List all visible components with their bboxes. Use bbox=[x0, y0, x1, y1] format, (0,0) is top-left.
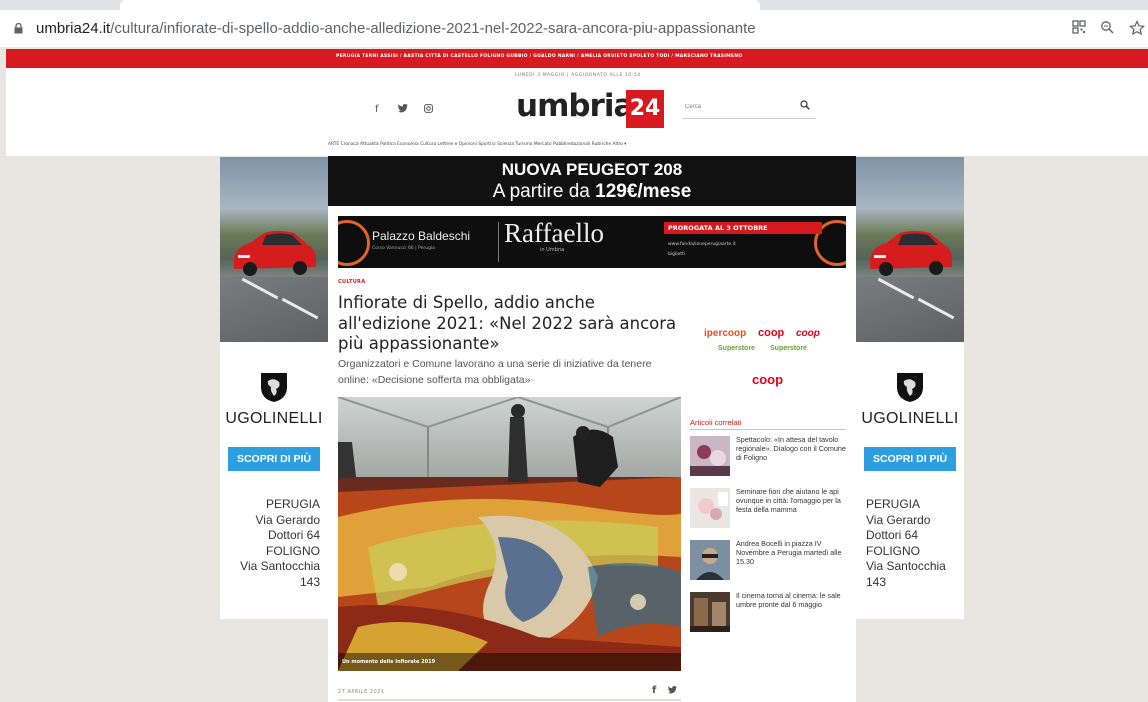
search-box bbox=[683, 98, 816, 119]
ad-venue: Palazzo Baldeschi bbox=[372, 229, 471, 243]
side-ad-left[interactable]: UGOLINELLI SCOPRI DI PIÙ PERUGIA Via Ger… bbox=[220, 157, 328, 619]
related-thumbnail bbox=[690, 540, 730, 580]
site-logo-number[interactable]: 24 bbox=[626, 90, 664, 128]
related-thumbnail bbox=[690, 436, 730, 476]
car-illustration bbox=[234, 231, 316, 276]
car-illustration bbox=[870, 231, 952, 276]
url-host: umbria24.it bbox=[36, 20, 111, 37]
ad-tickets: biglietti bbox=[668, 252, 686, 257]
twitter-share-icon[interactable] bbox=[668, 686, 677, 696]
ipercoop-logo: ipercoop bbox=[704, 328, 746, 339]
ad-exhibition-title: Raffaello bbox=[504, 218, 604, 248]
ad-brand: UGOLINELLI bbox=[861, 410, 959, 427]
city-nav-links[interactable]: PERUGIA TERNI ASSISI / BASTIA CITTÀ DI C… bbox=[336, 54, 742, 59]
side-ad-right[interactable]: UGOLINELLI SCOPRI DI PIÙ PERUGIA Via Ger… bbox=[856, 157, 964, 619]
car-photo bbox=[220, 157, 328, 342]
banner-headline: NUOVA PEUGEOT 208 bbox=[501, 160, 683, 179]
url-path: /cultura/infiorate-di-spello-addio-anche… bbox=[110, 20, 756, 37]
related-item[interactable]: Seminare fiori che aiutano le api ovunqu… bbox=[690, 487, 846, 532]
address-bar[interactable]: umbria24.it/cultura/infiorate-di-spello-… bbox=[36, 20, 756, 37]
article-category[interactable]: CULTURA bbox=[338, 279, 365, 285]
related-item[interactable]: Spettacolo: «In attesa del tavolo region… bbox=[690, 435, 846, 480]
car-photo bbox=[856, 157, 964, 342]
related-item[interactable]: Andrea Bocelli in piazza IV Novembre a P… bbox=[690, 539, 846, 584]
search-input[interactable] bbox=[685, 100, 790, 114]
scopri-button[interactable]: SCOPRI DI PIÙ bbox=[228, 447, 320, 471]
ad-address: PERUGIA Via Gerardo Dottori 64 FOLIGNO V… bbox=[240, 497, 320, 589]
facebook-share-icon[interactable]: f bbox=[652, 685, 656, 696]
instagram-icon[interactable] bbox=[424, 104, 433, 116]
superstore-logo: Superstore bbox=[718, 345, 755, 352]
related-text: Andrea Bocelli in piazza IV Novembre a P… bbox=[736, 539, 842, 566]
divider bbox=[498, 222, 499, 262]
related-divider bbox=[690, 429, 846, 430]
peugeot-emblem-icon bbox=[897, 373, 923, 402]
related-text: Seminare fiori che aiutano le api ovunqu… bbox=[736, 487, 841, 514]
section-nav[interactable]: ARTE Cronaca Attualità Politica Economia… bbox=[328, 142, 626, 147]
ad-extended-badge: PROROGATA AL 3 OTTOBRE bbox=[664, 222, 822, 234]
coop-ad[interactable]: ipercoop coop coop Superstore Superstore… bbox=[696, 318, 846, 398]
twitter-icon[interactable] bbox=[398, 104, 408, 116]
zoom-icon[interactable] bbox=[1098, 20, 1116, 38]
coop-logo: coop bbox=[752, 372, 783, 387]
related-text: Spettacolo: «In attesa del tavolo region… bbox=[736, 435, 846, 462]
lock-icon[interactable] bbox=[14, 23, 23, 34]
related-thumbnail bbox=[690, 488, 730, 528]
ad-venue-address: Corso Vannucci 66 | Perugia bbox=[372, 246, 435, 251]
article-date: 27 APRILE 2021 bbox=[338, 689, 385, 695]
article-headline: Infiorate di Spello, addio anche all'edi… bbox=[338, 293, 677, 353]
dateline: LUNEDÌ 3 MAGGIO | AGGIORNATO ALLE 10:50 bbox=[515, 73, 641, 78]
city-nav-bar: PERUGIA TERNI ASSISI / BASTIA CITTÀ DI C… bbox=[6, 49, 1148, 68]
related-text: Il cinema torna al cinema: le sale umbre… bbox=[736, 591, 841, 609]
peugeot-emblem-icon bbox=[261, 373, 287, 402]
search-icon[interactable] bbox=[800, 100, 810, 113]
ring-decoration bbox=[338, 220, 370, 266]
coop-logo: coop bbox=[796, 328, 820, 339]
article-divider bbox=[338, 699, 681, 701]
qr-code-icon[interactable] bbox=[1070, 20, 1088, 38]
facebook-icon[interactable]: f bbox=[375, 104, 379, 115]
banner-price: A partire da 129€/mese bbox=[492, 181, 692, 202]
raffaello-ad-banner[interactable]: Palazzo Baldeschi Corso Vannucci 66 | Pe… bbox=[338, 216, 846, 268]
ad-website: www.fondazioneperugiaarte.it bbox=[668, 242, 736, 247]
photo-caption: Un momento delle Infiorate 2019 bbox=[342, 659, 436, 665]
ad-brand: UGOLINELLI bbox=[225, 410, 323, 427]
ad-exhibition-subtitle: in Umbria bbox=[540, 247, 565, 253]
tab-strip bbox=[0, 0, 1148, 10]
ad-address: PERUGIA Via Gerardo Dottori 64 FOLIGNO V… bbox=[866, 497, 946, 589]
superstore-logo: Superstore bbox=[770, 345, 807, 352]
site-logo[interactable]: umbria bbox=[516, 88, 634, 124]
article-summary: Organizzatori e Comune lavorano a una se… bbox=[338, 358, 652, 386]
article-photo bbox=[338, 397, 681, 671]
scopri-button[interactable]: SCOPRI DI PIÙ bbox=[864, 447, 956, 471]
active-tab[interactable] bbox=[120, 0, 760, 10]
related-title: Articoli correlati bbox=[690, 418, 742, 427]
bookmark-star-icon[interactable] bbox=[1128, 20, 1146, 38]
related-thumbnail bbox=[690, 592, 730, 632]
related-item[interactable]: Il cinema torna al cinema: le sale umbre… bbox=[690, 591, 846, 636]
coop-logo: coop bbox=[758, 327, 785, 339]
